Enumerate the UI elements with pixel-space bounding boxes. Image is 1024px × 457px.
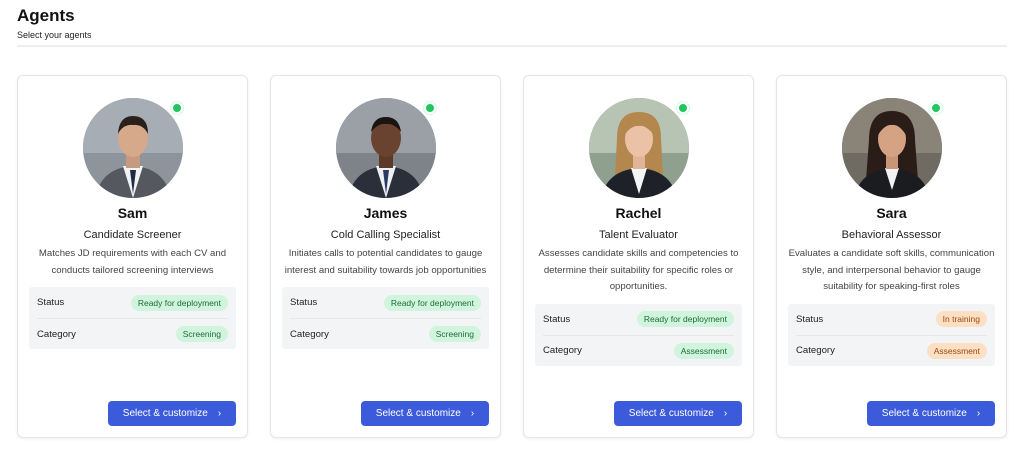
agent-role: Candidate Screener [83, 229, 182, 241]
agent-card-sam: Sam Candidate Screener Matches JD requir… [17, 75, 248, 438]
button-label: Select & customize [881, 408, 967, 419]
button-label: Select & customize [122, 408, 208, 419]
agent-name: James [363, 205, 408, 221]
agent-info-panel: Status Ready for deployment Category Ass… [535, 303, 742, 366]
agent-description: Matches JD requirements with each CV and… [38, 248, 227, 276]
category-label: Category [37, 328, 76, 340]
page-subtitle: Select your agents [17, 30, 92, 40]
select-customize-button[interactable]: Select & customize › [867, 401, 995, 426]
status-badge: In training [935, 311, 987, 327]
agent-info-panel: Status Ready for deployment Category Scr… [282, 287, 489, 349]
agent-info-panel: Status In training Category Assessment [788, 303, 995, 366]
agent-cards: Sam Candidate Screener Matches JD requir… [17, 75, 1007, 438]
status-badge: Ready for deployment [383, 294, 481, 311]
avatar-container [335, 98, 436, 198]
category-label: Category [290, 328, 329, 340]
status-row: Status Ready for deployment [543, 304, 734, 335]
header-divider [17, 45, 1007, 47]
avatar-container [588, 98, 689, 198]
category-badge: Screening [175, 326, 228, 342]
category-badge: Assessment [926, 342, 987, 359]
online-status-icon [170, 102, 183, 114]
category-badge: Screening [428, 326, 481, 342]
status-label: Status [796, 313, 824, 325]
avatar [588, 98, 689, 198]
chevron-right-icon: › [470, 407, 475, 419]
agent-description: Evaluates a candidate soft skills, commu… [788, 248, 995, 292]
category-row: Category Screening [290, 318, 481, 349]
button-label: Select & customize [375, 408, 461, 419]
agent-info-panel: Status Ready for deployment Category Scr… [29, 287, 236, 349]
agent-role: Behavioral Assessor [841, 229, 942, 241]
status-label: Status [290, 297, 318, 308]
agent-name: Sam [117, 205, 148, 221]
page-header: Agents Select your agents [17, 6, 92, 40]
agent-card-james: James Cold Calling Specialist Initiates … [270, 75, 501, 438]
category-row: Category Assessment [543, 334, 734, 366]
category-row: Category Screening [37, 318, 228, 349]
agent-card-sara: Sara Behavioral Assessor Evaluates a can… [776, 75, 1007, 438]
category-row: Category Assessment [796, 334, 987, 366]
online-status-icon [423, 102, 436, 114]
agent-card-rachel: Rachel Talent Evaluator Assesses candida… [523, 75, 754, 438]
chevron-right-icon: › [217, 407, 222, 419]
agent-description: Assesses candidate skills and competenci… [538, 248, 739, 292]
agent-description: Initiates calls to potential candidates … [284, 248, 487, 276]
select-customize-button[interactable]: Select & customize › [614, 401, 742, 426]
category-label: Category [796, 345, 835, 356]
status-label: Status [543, 313, 571, 325]
select-customize-button[interactable]: Select & customize › [108, 401, 236, 426]
avatar [335, 98, 436, 198]
status-row: Status Ready for deployment [37, 287, 228, 318]
button-label: Select & customize [628, 408, 714, 419]
online-status-icon [676, 102, 689, 114]
avatar [841, 98, 942, 198]
online-status-icon [929, 102, 942, 114]
agent-role: Cold Calling Specialist [330, 229, 441, 241]
status-badge: Ready for deployment [130, 294, 228, 311]
status-badge: Ready for deployment [636, 311, 734, 327]
category-badge: Assessment [673, 342, 734, 359]
status-label: Status [37, 297, 65, 308]
avatar-container [841, 98, 942, 198]
status-row: Status In training [796, 304, 987, 335]
avatar [82, 98, 183, 198]
page-title: Agents [17, 6, 75, 25]
agent-name: Sara [876, 205, 907, 221]
agent-name: Rachel [615, 205, 662, 221]
agent-role: Talent Evaluator [599, 229, 678, 241]
category-label: Category [543, 345, 582, 356]
chevron-right-icon: › [723, 407, 728, 419]
chevron-right-icon: › [976, 407, 981, 419]
avatar-container [82, 98, 183, 198]
status-row: Status Ready for deployment [290, 287, 481, 318]
select-customize-button[interactable]: Select & customize › [361, 401, 489, 426]
